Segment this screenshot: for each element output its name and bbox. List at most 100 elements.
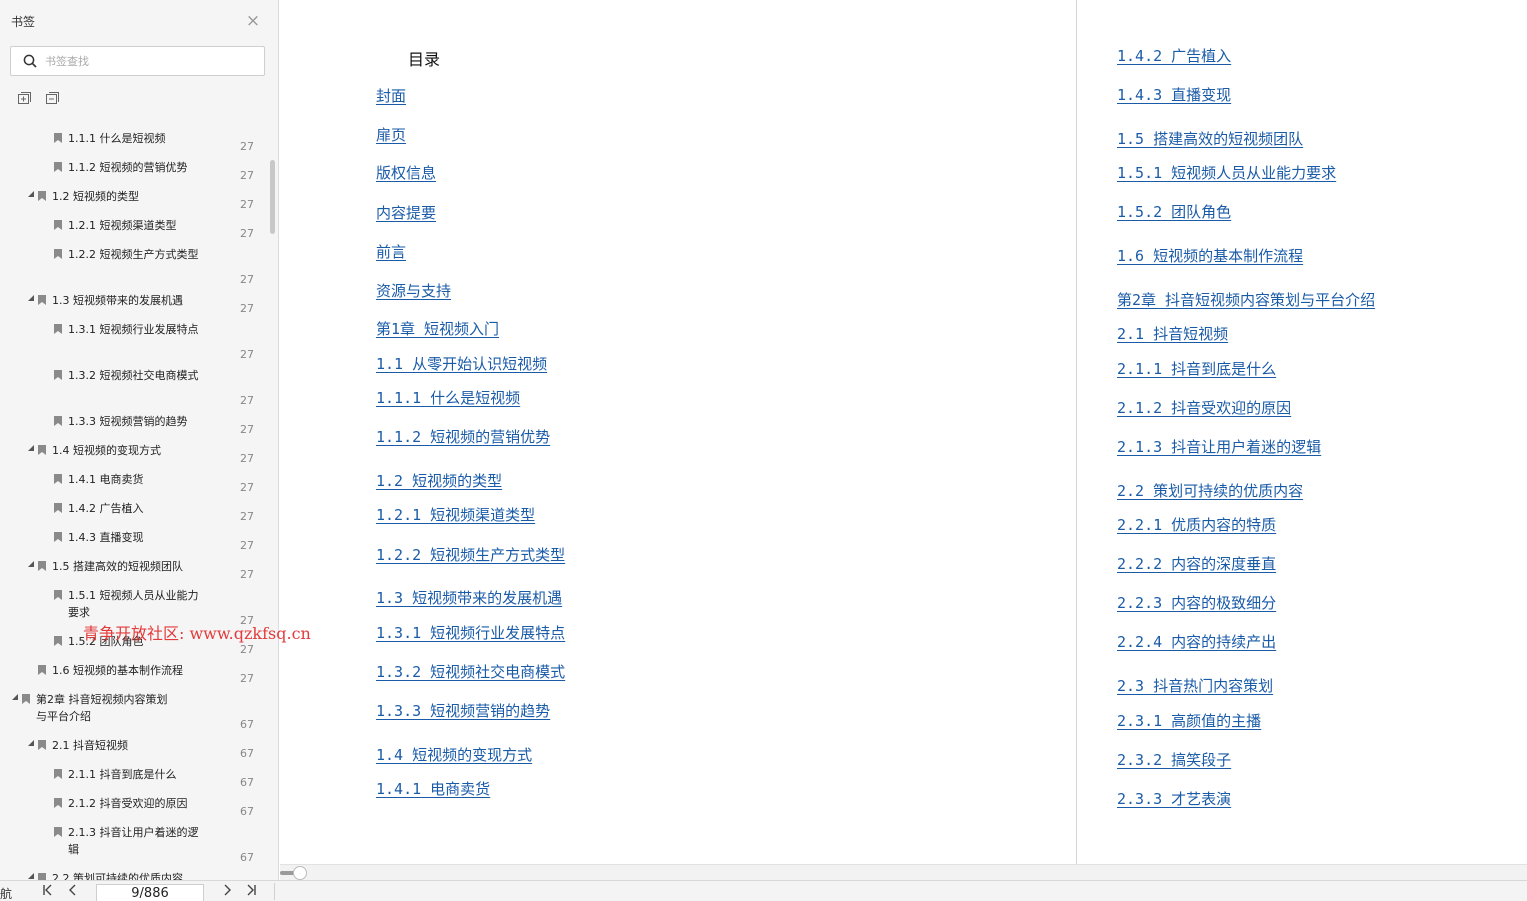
- expand-arrow-icon[interactable]: [27, 294, 35, 302]
- first-page-button[interactable]: [40, 883, 56, 899]
- bookmark-page-number: 27: [240, 452, 254, 465]
- close-icon[interactable]: ×: [244, 12, 262, 30]
- toc-link[interactable]: 1.3.1 短视频行业发展特点: [376, 623, 565, 643]
- toc-link[interactable]: 1.4 短视频的变现方式: [376, 745, 532, 765]
- toc-link[interactable]: 第1章 短视频入门: [376, 319, 499, 339]
- horizontal-scrollbar[interactable]: [280, 864, 1527, 880]
- bookmark-label: 2.1.1 抖音到底是什么: [68, 768, 177, 781]
- bookmark-item[interactable]: 1.4 短视频的变现方式 27: [0, 438, 268, 467]
- bookmark-item[interactable]: 1.4.3 直播变现 27: [0, 525, 268, 554]
- toc-link[interactable]: 1.1.1 什么是短视频: [376, 388, 520, 408]
- toc-link[interactable]: 资源与支持: [376, 281, 451, 301]
- bookmark-item[interactable]: 1.3.2 短视频社交电商模式 27: [0, 363, 268, 409]
- toc-link[interactable]: 1.2.2 短视频生产方式类型: [376, 545, 565, 565]
- watermark: 青争开放社区: www.qzkfsq.cn: [83, 624, 311, 643]
- bookmark-item[interactable]: 1.2.2 短视频生产方式类型 27: [0, 242, 268, 288]
- previous-page-button[interactable]: [65, 883, 81, 899]
- expand-arrow-icon[interactable]: [27, 872, 35, 880]
- toc-link[interactable]: 2.2.2 内容的深度垂直: [1117, 554, 1276, 574]
- expand-arrow-icon[interactable]: [27, 190, 35, 198]
- bookmark-item[interactable]: 1.5 搭建高效的短视频团队 27: [0, 554, 268, 583]
- toc-link[interactable]: 内容提要: [376, 203, 436, 223]
- expand-arrow-icon[interactable]: [27, 739, 35, 747]
- bookmark-item[interactable]: 2.1 抖音短视频 67: [0, 733, 268, 762]
- search-icon: [23, 54, 37, 68]
- collapse-all-icon[interactable]: [44, 90, 60, 106]
- expand-arrow-icon[interactable]: [27, 560, 35, 568]
- bookmark-item[interactable]: 1.1.1 什么是短视频 27: [0, 126, 268, 155]
- expand-arrow-icon[interactable]: [11, 693, 19, 701]
- toc-link[interactable]: 2.2 策划可持续的优质内容: [1117, 481, 1303, 501]
- bookmark-page-number: 27: [240, 227, 254, 240]
- sidebar-scrollbar[interactable]: [270, 160, 275, 234]
- bookmark-item[interactable]: 1.2 短视频的类型 27: [0, 184, 268, 213]
- bookmark-label: 1.4.1 电商卖货: [68, 473, 144, 486]
- toc-link[interactable]: 1.2 短视频的类型: [376, 471, 502, 491]
- bookmark-label: 1.3.2 短视频社交电商模式: [68, 369, 199, 382]
- bookmark-item[interactable]: 1.1.2 短视频的营销优势 27: [0, 155, 268, 184]
- scrollbar-handle[interactable]: [293, 866, 307, 880]
- bookmark-page-number: 27: [240, 140, 254, 153]
- chevron-right-icon: [224, 884, 231, 896]
- bookmark-label: 2.1 抖音短视频: [52, 739, 128, 752]
- bookmark-item[interactable]: 1.3 短视频带来的发展机遇 27: [0, 288, 268, 317]
- toc-link[interactable]: 2.3.3 才艺表演: [1117, 789, 1231, 809]
- toc-link[interactable]: 1.5 搭建高效的短视频团队: [1117, 129, 1303, 149]
- bookmark-item[interactable]: 第2章 抖音短视频内容策划与平台介绍 67: [0, 687, 268, 733]
- toc-link[interactable]: 1.6 短视频的基本制作流程: [1117, 246, 1303, 266]
- bookmark-page-number: 27: [240, 273, 254, 286]
- bookmark-item[interactable]: 1.2.1 短视频渠道类型 27: [0, 213, 268, 242]
- toc-link[interactable]: 2.2.1 优质内容的特质: [1117, 515, 1276, 535]
- toc-link[interactable]: 1.1.2 短视频的营销优势: [376, 427, 550, 447]
- toc-link[interactable]: 2.1.2 抖音受欢迎的原因: [1117, 398, 1291, 418]
- page-number-input[interactable]: [96, 884, 204, 901]
- chevron-left-icon: [69, 884, 76, 896]
- toc-link[interactable]: 1.5.2 团队角色: [1117, 202, 1231, 222]
- toc-link[interactable]: 2.2.3 内容的极致细分: [1117, 593, 1276, 613]
- last-page-button[interactable]: [243, 883, 259, 899]
- bookmark-item[interactable]: 2.1.1 抖音到底是什么 67: [0, 762, 268, 791]
- toc-link[interactable]: 1.4.2 广告植入: [1117, 46, 1231, 66]
- toc-link[interactable]: 1.1 从零开始认识短视频: [376, 354, 547, 374]
- bookmark-item[interactable]: 2.1.3 抖音让用户着迷的逻辑 67: [0, 820, 268, 866]
- toc-link[interactable]: 1.2.1 短视频渠道类型: [376, 505, 535, 525]
- bookmark-item[interactable]: 1.6 短视频的基本制作流程 27: [0, 658, 268, 687]
- toc-link[interactable]: 2.3.1 高颜值的主播: [1117, 711, 1261, 731]
- toc-link[interactable]: 扉页: [376, 125, 406, 145]
- bookmark-page-number: 27: [240, 568, 254, 581]
- toc-link[interactable]: 版权信息: [376, 163, 436, 183]
- last-page-icon: [247, 884, 256, 896]
- toc-link[interactable]: 1.3.3 短视频营销的趋势: [376, 701, 550, 721]
- bookmark-search-box[interactable]: [10, 46, 265, 76]
- bookmark-icon: [38, 740, 46, 750]
- bookmark-item[interactable]: 1.4.2 广告植入 27: [0, 496, 268, 525]
- expand-arrow-icon[interactable]: [27, 444, 35, 452]
- bookmark-item[interactable]: 1.3.1 短视频行业发展特点 27: [0, 317, 268, 363]
- toc-link[interactable]: 1.3.2 短视频社交电商模式: [376, 662, 565, 682]
- toc-link[interactable]: 2.3 抖音热门内容策划: [1117, 676, 1273, 696]
- toc-link[interactable]: 1.5.1 短视频人员从业能力要求: [1117, 163, 1336, 183]
- bookmark-tree: 1.1.1 什么是短视频 27 1.1.2 短视频的营销优势 27 1.2 短视频的类型…: [0, 126, 268, 880]
- toc-link[interactable]: 2.2.4 内容的持续产出: [1117, 632, 1276, 652]
- toc-link[interactable]: 2.1.1 抖音到底是什么: [1117, 359, 1276, 379]
- bookmark-item[interactable]: 2.1.2 抖音受欢迎的原因 67: [0, 791, 268, 820]
- toc-link[interactable]: 2.1.3 抖音让用户着迷的逻辑: [1117, 437, 1321, 457]
- toc-link[interactable]: 1.3 短视频带来的发展机遇: [376, 588, 562, 608]
- bookmark-search-input[interactable]: [45, 52, 255, 70]
- bookmark-item[interactable]: 2.2 策划可持续的优质内容: [0, 866, 268, 880]
- toc-link[interactable]: 前言: [376, 242, 406, 262]
- toc-link[interactable]: 2.3.2 搞笑段子: [1117, 750, 1231, 770]
- bookmark-label: 1.5.1 短视频人员从业能力要求: [68, 589, 199, 619]
- bookmark-item[interactable]: 1.4.1 电商卖货 27: [0, 467, 268, 496]
- next-page-button[interactable]: [219, 883, 235, 899]
- toc-link[interactable]: 封面: [376, 86, 406, 106]
- bookmark-page-number: 27: [240, 539, 254, 552]
- toc-link[interactable]: 2.1 抖音短视频: [1117, 324, 1228, 344]
- toc-link[interactable]: 1.4.3 直播变现: [1117, 85, 1231, 105]
- toc-link[interactable]: 1.4.1 电商卖货: [376, 779, 490, 799]
- toc-link[interactable]: 第2章 抖音短视频内容策划与平台介绍: [1117, 290, 1375, 310]
- bookmark-icon: [54, 370, 62, 380]
- bookmark-item[interactable]: 1.3.3 短视频营销的趋势 27: [0, 409, 268, 438]
- bookmark-label: 1.2.2 短视频生产方式类型: [68, 248, 199, 261]
- expand-all-icon[interactable]: [16, 90, 32, 106]
